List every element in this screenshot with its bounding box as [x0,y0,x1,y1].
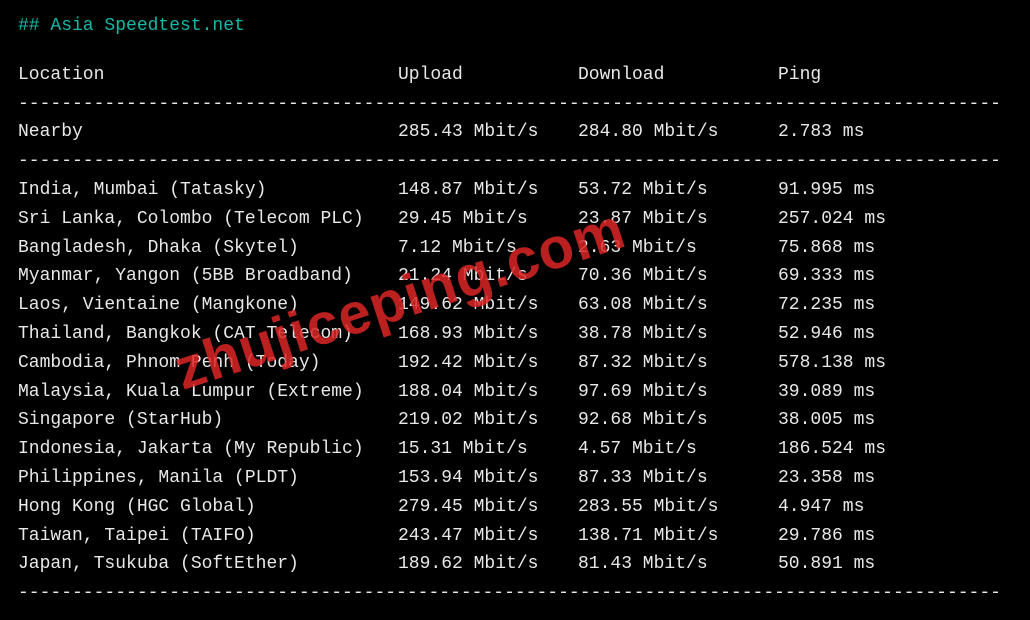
server-ping: 75.868 ms [778,234,928,263]
server-row: Japan, Tsukuba (SoftEther)189.62 Mbit/s8… [18,550,1012,579]
header-ping: Ping [778,61,928,90]
server-download: 23.87 Mbit/s [578,205,778,234]
server-download: 138.71 Mbit/s [578,522,778,551]
server-upload: 189.62 Mbit/s [398,550,578,579]
server-row: Philippines, Manila (PLDT)153.94 Mbit/s8… [18,464,1012,493]
nearby-ping: 2.783 ms [778,118,928,147]
server-row: Indonesia, Jakarta (My Republic)15.31 Mb… [18,435,1012,464]
section-header: ## Asia Speedtest.net [18,12,1012,41]
server-download: 2.63 Mbit/s [578,234,778,263]
nearby-row: Nearby 285.43 Mbit/s 284.80 Mbit/s 2.783… [18,118,1012,147]
server-download: 81.43 Mbit/s [578,550,778,579]
server-download: 63.08 Mbit/s [578,291,778,320]
server-row: Thailand, Bangkok (CAT Telecom)168.93 Mb… [18,320,1012,349]
server-download: 38.78 Mbit/s [578,320,778,349]
column-headers: Location Upload Download Ping [18,61,1012,90]
server-upload: 188.04 Mbit/s [398,378,578,407]
server-ping: 72.235 ms [778,291,928,320]
server-download: 4.57 Mbit/s [578,435,778,464]
server-upload: 243.47 Mbit/s [398,522,578,551]
divider: ----------------------------------------… [18,579,1012,608]
server-ping: 23.358 ms [778,464,928,493]
server-ping: 578.138 ms [778,349,928,378]
server-location: Japan, Tsukuba (SoftEther) [18,550,398,579]
server-ping: 69.333 ms [778,262,928,291]
server-row: Singapore (StarHub)219.02 Mbit/s92.68 Mb… [18,406,1012,435]
server-upload: 29.45 Mbit/s [398,205,578,234]
server-upload: 7.12 Mbit/s [398,234,578,263]
divider: ----------------------------------------… [18,147,1012,176]
server-ping: 39.089 ms [778,378,928,407]
server-location: Singapore (StarHub) [18,406,398,435]
servers-list: India, Mumbai (Tatasky)148.87 Mbit/s53.7… [18,176,1012,579]
header-upload: Upload [398,61,578,90]
server-upload: 21.24 Mbit/s [398,262,578,291]
nearby-download: 284.80 Mbit/s [578,118,778,147]
server-download: 70.36 Mbit/s [578,262,778,291]
server-ping: 29.786 ms [778,522,928,551]
server-location: Hong Kong (HGC Global) [18,493,398,522]
server-download: 53.72 Mbit/s [578,176,778,205]
server-ping: 186.524 ms [778,435,928,464]
server-upload: 168.93 Mbit/s [398,320,578,349]
server-location: Laos, Vientaine (Mangkone) [18,291,398,320]
server-location: Thailand, Bangkok (CAT Telecom) [18,320,398,349]
server-download: 283.55 Mbit/s [578,493,778,522]
header-location: Location [18,61,398,90]
server-ping: 257.024 ms [778,205,928,234]
server-row: Taiwan, Taipei (TAIFO)243.47 Mbit/s138.7… [18,522,1012,551]
server-location: Bangladesh, Dhaka (Skytel) [18,234,398,263]
server-ping: 52.946 ms [778,320,928,349]
server-upload: 153.94 Mbit/s [398,464,578,493]
server-download: 97.69 Mbit/s [578,378,778,407]
server-row: Cambodia, Phnom Penh (Today)192.42 Mbit/… [18,349,1012,378]
server-location: Philippines, Manila (PLDT) [18,464,398,493]
server-download: 87.32 Mbit/s [578,349,778,378]
server-download: 92.68 Mbit/s [578,406,778,435]
server-row: India, Mumbai (Tatasky)148.87 Mbit/s53.7… [18,176,1012,205]
server-ping: 91.995 ms [778,176,928,205]
server-location: India, Mumbai (Tatasky) [18,176,398,205]
server-ping: 38.005 ms [778,406,928,435]
server-location: Myanmar, Yangon (5BB Broadband) [18,262,398,291]
server-location: Malaysia, Kuala Lumpur (Extreme) [18,378,398,407]
server-row: Sri Lanka, Colombo (Telecom PLC)29.45 Mb… [18,205,1012,234]
server-ping: 4.947 ms [778,493,928,522]
server-location: Indonesia, Jakarta (My Republic) [18,435,398,464]
server-location: Sri Lanka, Colombo (Telecom PLC) [18,205,398,234]
server-row: Hong Kong (HGC Global)279.45 Mbit/s283.5… [18,493,1012,522]
divider: ----------------------------------------… [18,90,1012,119]
server-upload: 149.62 Mbit/s [398,291,578,320]
server-row: Bangladesh, Dhaka (Skytel)7.12 Mbit/s2.6… [18,234,1012,263]
server-download: 87.33 Mbit/s [578,464,778,493]
server-upload: 148.87 Mbit/s [398,176,578,205]
nearby-upload: 285.43 Mbit/s [398,118,578,147]
server-ping: 50.891 ms [778,550,928,579]
server-row: Laos, Vientaine (Mangkone)149.62 Mbit/s6… [18,291,1012,320]
server-upload: 279.45 Mbit/s [398,493,578,522]
nearby-location: Nearby [18,118,398,147]
server-row: Malaysia, Kuala Lumpur (Extreme)188.04 M… [18,378,1012,407]
server-row: Myanmar, Yangon (5BB Broadband)21.24 Mbi… [18,262,1012,291]
header-download: Download [578,61,778,90]
server-location: Taiwan, Taipei (TAIFO) [18,522,398,551]
server-upload: 219.02 Mbit/s [398,406,578,435]
server-upload: 15.31 Mbit/s [398,435,578,464]
server-location: Cambodia, Phnom Penh (Today) [18,349,398,378]
server-upload: 192.42 Mbit/s [398,349,578,378]
